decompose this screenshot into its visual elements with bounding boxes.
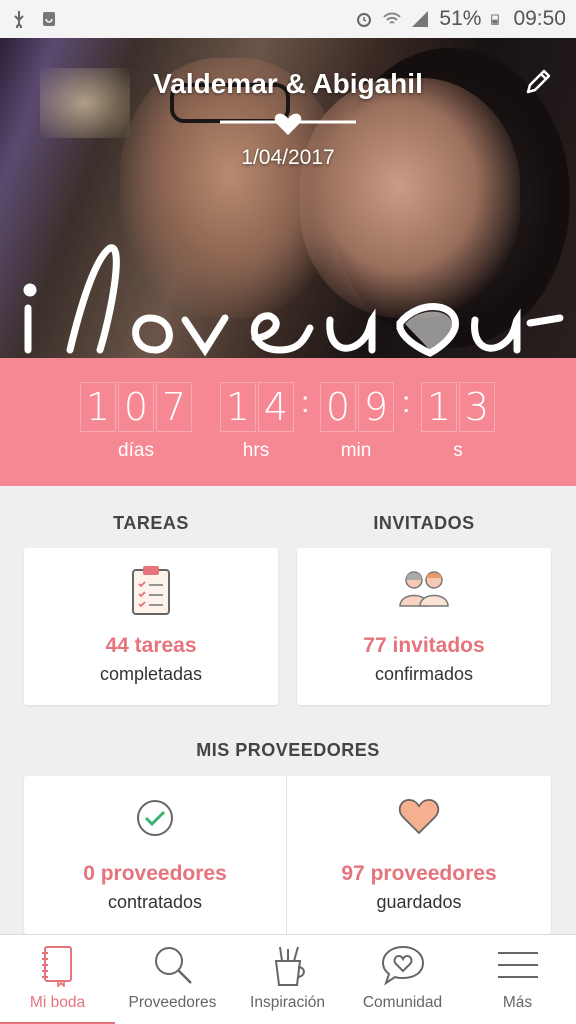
check-circle-icon <box>137 800 173 836</box>
guests-status: confirmados <box>374 664 474 684</box>
nav-label: Mi boda <box>29 994 86 1011</box>
vendors-saved[interactable]: 97 proveedores guardados <box>287 776 551 934</box>
countdown-days-digit: 7 <box>156 382 192 432</box>
guests-count: 77 invitados <box>363 634 485 657</box>
vendors-saved-count: 97 proveedores <box>341 862 497 885</box>
vendors-saved-status: guardados <box>376 892 462 912</box>
countdown-separator: : <box>402 386 411 419</box>
countdown-seconds-label: s <box>453 440 463 461</box>
notebook-icon <box>41 946 72 987</box>
countdown-days-digit: 0 <box>118 382 154 432</box>
search-icon <box>154 947 192 984</box>
tasks-card[interactable]: 44 tareas completadas <box>24 548 278 705</box>
countdown-separator: : <box>301 386 310 419</box>
chat-heart-icon <box>381 945 424 986</box>
couple-photo-header: Valdemar & Abigahil 1/04/2017 <box>0 38 576 358</box>
nav-item-inspiracion[interactable]: Inspiración <box>230 935 345 1024</box>
pencil-cup-icon <box>274 946 305 986</box>
nav-label: Inspiración <box>250 994 325 1011</box>
heart-divider-icon <box>220 113 356 135</box>
tasks-count: 44 tareas <box>105 634 197 657</box>
nav-label: Proveedores <box>128 994 217 1011</box>
recycle-icon <box>43 12 55 26</box>
tasks-status: completadas <box>99 664 203 684</box>
guests-heading: INVITADOS <box>373 513 475 533</box>
heart-icon <box>398 799 440 835</box>
nav-item-mas[interactable]: Más <box>460 935 575 1024</box>
signal-icon <box>412 11 429 27</box>
nav-label: Comunidad <box>362 994 443 1011</box>
countdown-seconds-digit: 3 <box>459 382 495 432</box>
nav-item-proveedores[interactable]: Proveedores <box>115 935 230 1024</box>
clipboard-checklist-icon <box>132 566 170 615</box>
vendors-hired[interactable]: 0 proveedores contratados <box>24 776 286 934</box>
nav-label: Más <box>502 994 533 1011</box>
alarm-icon <box>357 13 372 27</box>
usb-icon <box>14 11 24 28</box>
clock: 09:50 <box>513 7 566 30</box>
countdown-hours-digit: 4 <box>258 382 294 432</box>
battery-icon <box>491 14 500 25</box>
guests-people-icon <box>399 571 449 607</box>
countdown-hours-label: hrs <box>242 440 270 461</box>
wedding-countdown: 1 0 7 1 4 : 0 9 : 1 3 días hrs min s <box>0 358 576 486</box>
vendors-card: 0 proveedores contratados 97 proveedores… <box>24 776 551 934</box>
countdown-seconds-digit: 1 <box>421 382 457 432</box>
countdown-days-label: días <box>118 440 154 461</box>
vendors-heading: MIS PROVEEDORES <box>196 740 380 760</box>
tasks-heading: TAREAS <box>113 513 189 533</box>
status-bar: 51% 09:50 <box>0 0 576 38</box>
bottom-navigation: Mi boda Proveedores Inspiración Comunida… <box>0 934 576 1024</box>
countdown-hours-digit: 1 <box>220 382 256 432</box>
couple-names: Valdemar & Abigahil <box>153 68 423 99</box>
vendors-hired-count: 0 proveedores <box>83 862 227 885</box>
menu-icon <box>497 952 538 978</box>
battery-level: 51% <box>439 7 482 30</box>
wifi-icon <box>383 12 402 24</box>
edit-pencil-icon[interactable] <box>522 66 554 98</box>
countdown-days-digit: 1 <box>80 382 116 432</box>
nav-item-comunidad[interactable]: Comunidad <box>345 935 460 1024</box>
guests-card[interactable]: 77 invitados confirmados <box>297 548 551 705</box>
i-love-you-scribble <box>23 244 564 357</box>
nav-item-mi-boda[interactable]: Mi boda <box>0 935 115 1024</box>
wedding-date: 1/04/2017 <box>241 146 335 169</box>
countdown-minutes-label: min <box>340 440 372 461</box>
countdown-minutes-digit: 9 <box>358 382 394 432</box>
vendors-hired-status: contratados <box>107 892 203 912</box>
countdown-minutes-digit: 0 <box>320 382 356 432</box>
